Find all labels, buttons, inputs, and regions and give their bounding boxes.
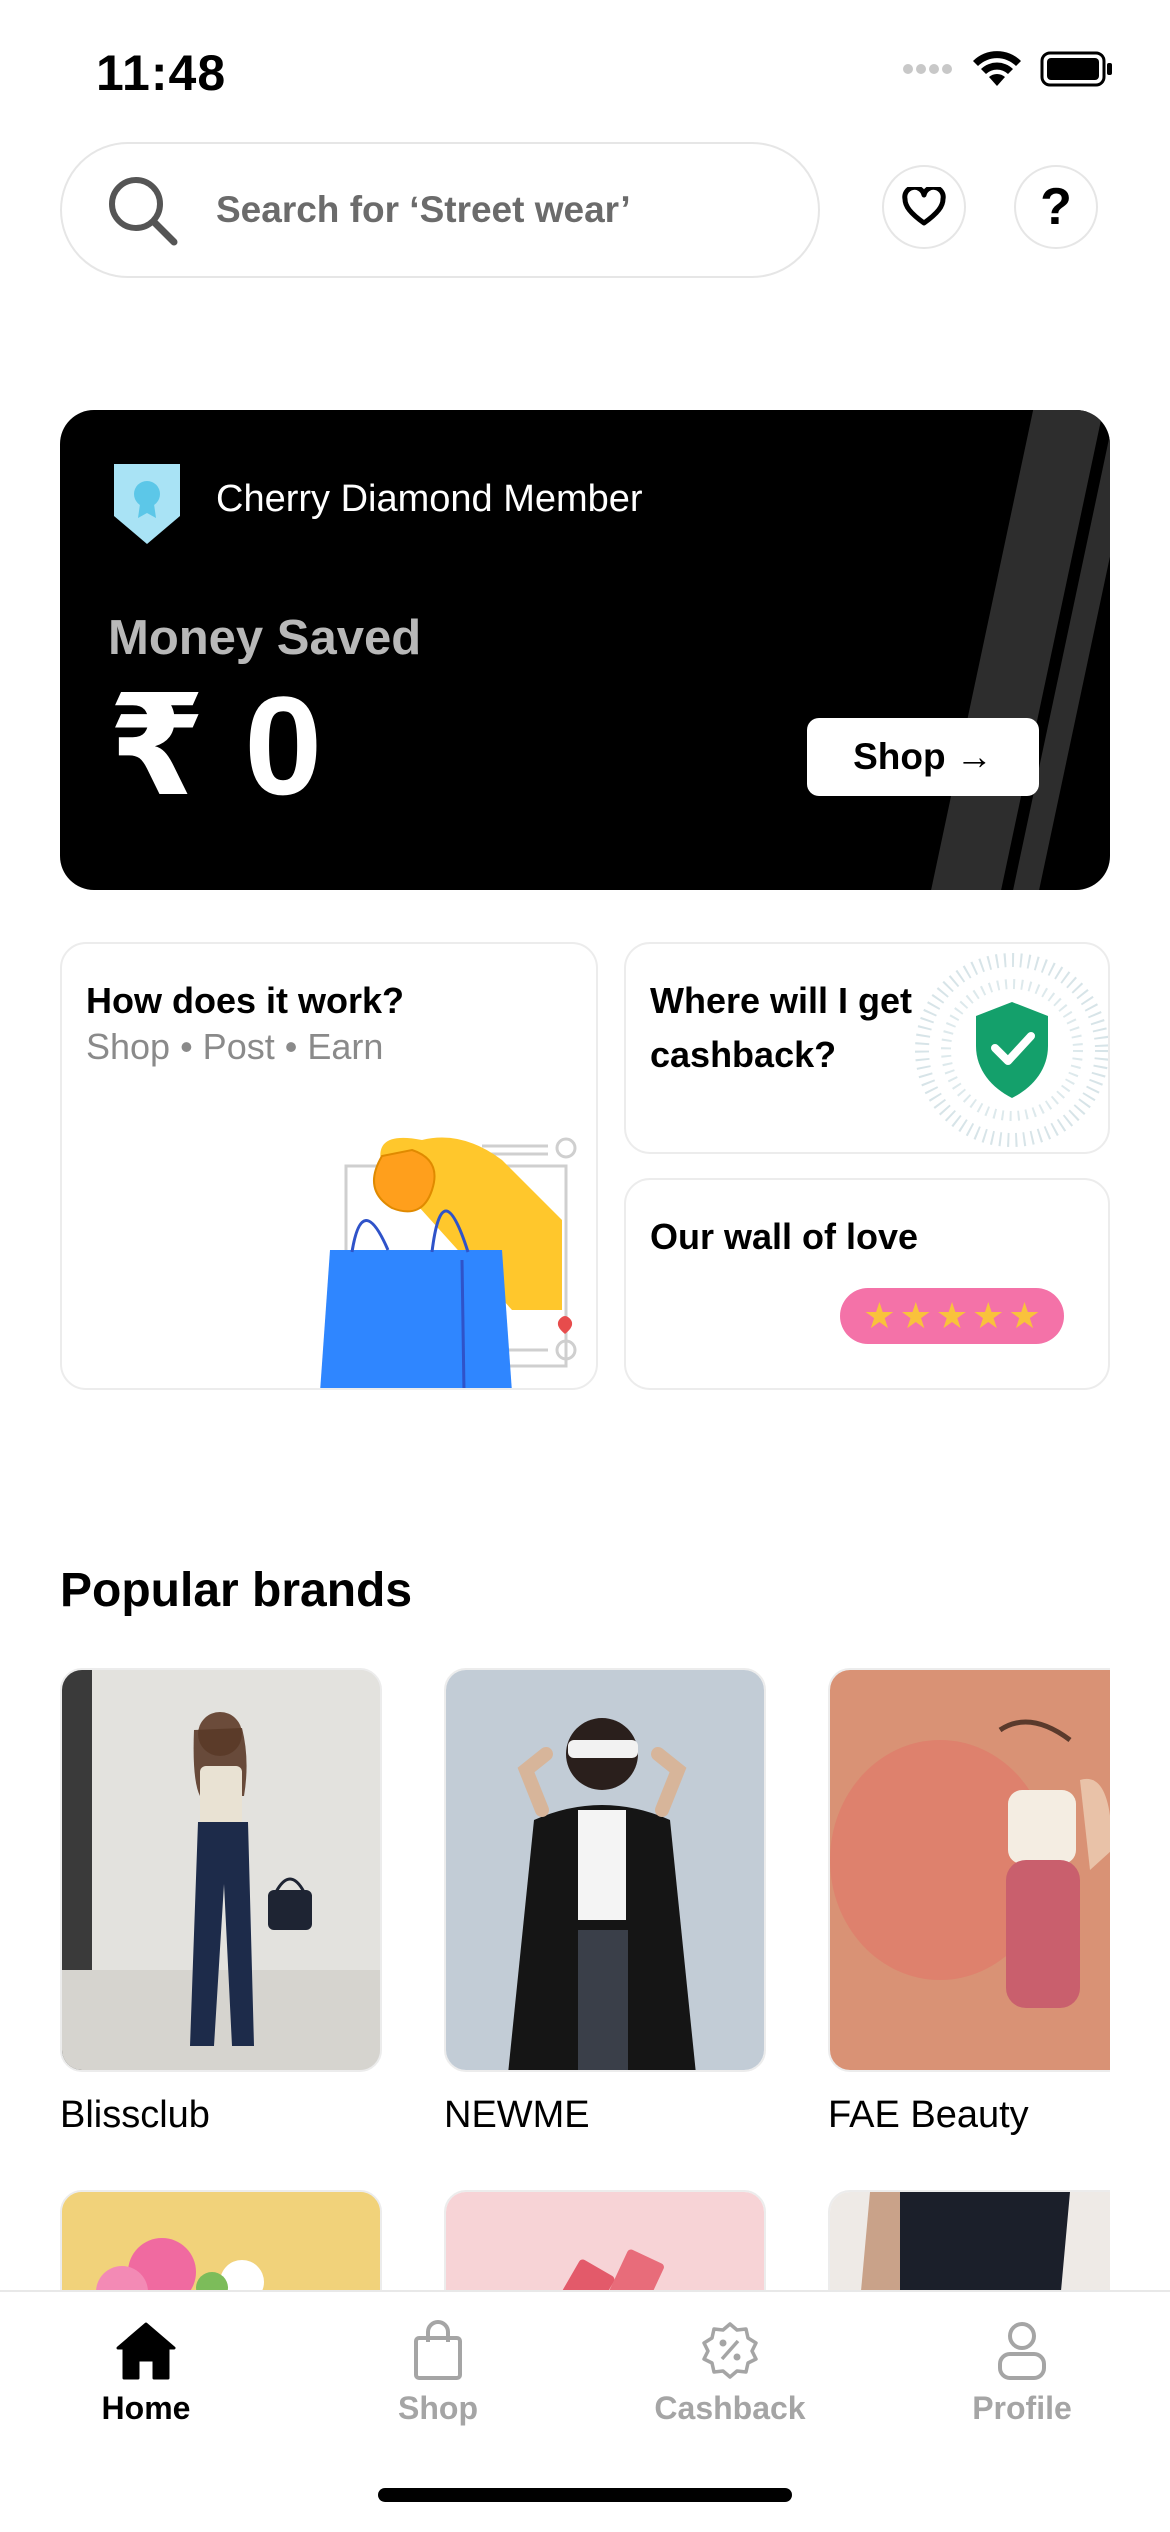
shopping-illustration bbox=[320, 1137, 577, 1388]
wall-of-love-title: Our wall of love bbox=[650, 1216, 919, 1257]
status-bar: 11:48 bbox=[0, 0, 1170, 150]
wishlist-button[interactable] bbox=[882, 165, 966, 249]
search-icon bbox=[109, 177, 178, 246]
wall-of-love-card[interactable]: Our wall of love ★ ★ ★ ★ ★ bbox=[624, 1178, 1110, 1390]
member-badge-icon bbox=[114, 464, 180, 544]
home-indicator bbox=[378, 2488, 792, 2502]
cashback-badge-icon bbox=[702, 2322, 758, 2379]
status-time: 11:48 bbox=[96, 45, 227, 101]
tab-label: Shop bbox=[398, 2390, 478, 2426]
help-button[interactable]: ? bbox=[1014, 165, 1098, 249]
signal-icon bbox=[903, 64, 952, 74]
tab-shop[interactable]: Shop bbox=[338, 2320, 538, 2427]
tab-cashback[interactable]: Cashback bbox=[630, 2320, 830, 2427]
tab-home[interactable]: Home bbox=[46, 2320, 246, 2427]
brand-image bbox=[446, 1670, 764, 2070]
battery-icon bbox=[1040, 51, 1112, 87]
brand-name-blissclub: Blissclub bbox=[60, 2094, 210, 2136]
wifi-icon bbox=[973, 51, 1021, 86]
member-tier: Cherry Diamond Member bbox=[216, 478, 643, 520]
status-icons bbox=[902, 50, 1114, 88]
shop-button[interactable]: Shop → bbox=[807, 718, 1039, 796]
star-icon: ★ bbox=[935, 1295, 969, 1336]
rating-stars: ★ ★ ★ ★ ★ bbox=[840, 1288, 1064, 1344]
how-it-works-subtitle: Shop • Post • Earn bbox=[86, 1026, 384, 1067]
brand-image bbox=[62, 1670, 380, 2070]
how-it-works-title: How does it work? bbox=[86, 980, 405, 1021]
shop-button-label: Shop → bbox=[853, 736, 993, 777]
brand-card-fae-beauty[interactable] bbox=[828, 1668, 1110, 2072]
star-icon: ★ bbox=[863, 1295, 896, 1336]
cashback-card-title: Where will I get cashback? bbox=[650, 980, 913, 1075]
tab-profile[interactable]: Profile bbox=[922, 2320, 1122, 2427]
shopping-bag-icon bbox=[414, 2320, 462, 2380]
search-bar[interactable]: Search for ‘Street wear’ bbox=[60, 142, 820, 278]
money-saved-amount: ₹ 0 bbox=[108, 667, 323, 824]
question-icon: ? bbox=[1040, 178, 1072, 236]
tab-label: Home bbox=[101, 2390, 191, 2426]
star-icon: ★ bbox=[972, 1295, 1005, 1336]
profile-icon bbox=[998, 2322, 1046, 2380]
brand-image bbox=[830, 1670, 1110, 2070]
tab-label: Profile bbox=[972, 2390, 1072, 2426]
money-saved-label: Money Saved bbox=[108, 611, 422, 665]
home-icon bbox=[116, 2322, 176, 2380]
brand-name-fae-beauty: FAE Beauty bbox=[828, 2094, 1029, 2136]
brand-name-newme: NEWME bbox=[444, 2094, 590, 2136]
shield-check-icon bbox=[915, 953, 1108, 1147]
membership-card: Cherry Diamond Member Money Saved ₹ 0 Sh… bbox=[60, 410, 1110, 890]
brand-card-newme[interactable] bbox=[444, 1668, 766, 2072]
star-icon: ★ bbox=[1008, 1295, 1041, 1336]
how-it-works-card[interactable]: How does it work? Shop • Post • Earn bbox=[60, 942, 598, 1390]
search-placeholder: Search for ‘Street wear’ bbox=[216, 189, 631, 230]
star-icon: ★ bbox=[899, 1295, 932, 1336]
brand-card-blissclub[interactable] bbox=[60, 1668, 382, 2072]
tab-label: Cashback bbox=[654, 2390, 806, 2426]
heart-icon bbox=[902, 187, 946, 226]
popular-brands-title: Popular brands bbox=[60, 1564, 413, 1617]
cashback-info-card[interactable]: Where will I get cashback? bbox=[624, 942, 1110, 1154]
